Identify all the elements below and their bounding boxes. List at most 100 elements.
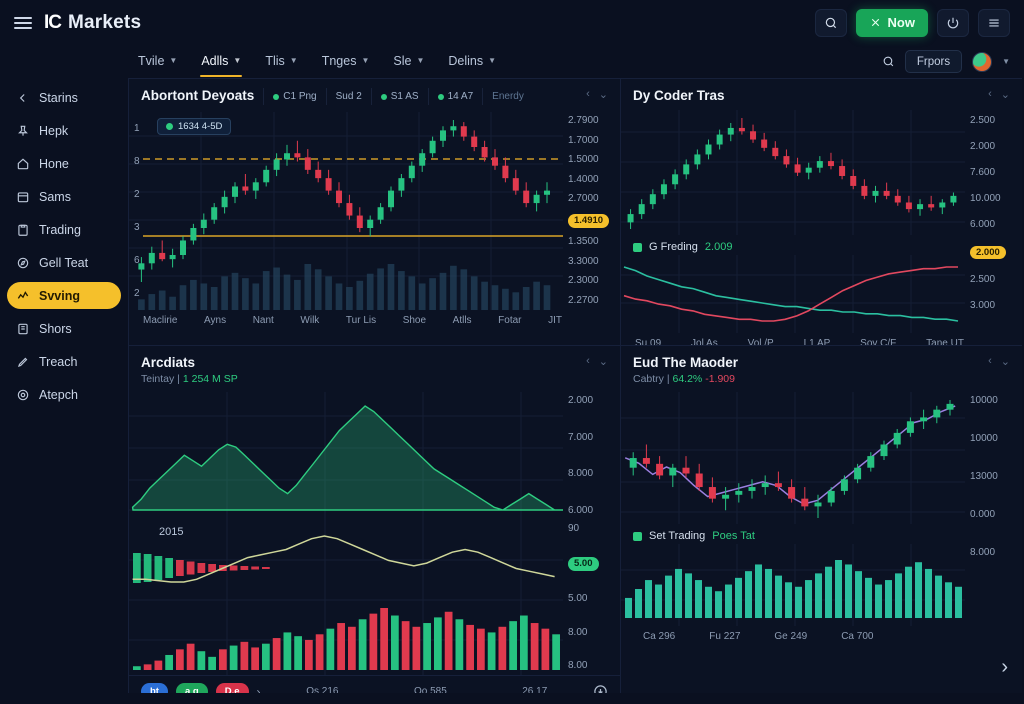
y-tick: 2.3000 <box>568 275 599 287</box>
panel-controls: ‹ ⌄ <box>988 355 1010 368</box>
sidebar-item-starins[interactable]: Starins <box>7 84 121 111</box>
nav-item-1[interactable]: Adlls ▼ <box>189 47 253 77</box>
sidebar-item-sams[interactable]: Sams <box>7 183 121 210</box>
y-tick: 2.000 <box>970 140 996 152</box>
y-tick: 2.2700 <box>568 294 599 306</box>
bl-subchart-plot[interactable]: 2015 90 5.00 5.00 8.00 8.00 <box>129 520 620 675</box>
calendar-icon <box>17 191 29 202</box>
bl-area-plot[interactable]: 2.000 7.000 8.000 6.000 <box>129 392 620 520</box>
y-tick: 6.000 <box>970 218 996 230</box>
y-tick: 1.7000 <box>568 134 599 146</box>
sidebar: Starins Hepk Hone Sams Trading Gell Teat… <box>0 78 128 704</box>
download-icon[interactable] <box>593 684 608 693</box>
x-tick: Ayns <box>204 315 227 326</box>
next-page-button[interactable]: › <box>1001 656 1008 679</box>
footer-chip-2[interactable]: D.e <box>215 683 249 693</box>
chevron-left-icon[interactable]: ‹ <box>586 88 590 101</box>
br-subchart-plot[interactable]: 8.000 <box>621 544 1022 626</box>
sidebar-item-trading[interactable]: Trading <box>7 216 121 243</box>
nav-item-3[interactable]: Tnges ▼ <box>310 47 382 77</box>
legend-value: 2.009 <box>704 241 733 253</box>
x-tick: Wilk <box>300 315 320 326</box>
footer-chip-label: bt <box>150 686 159 693</box>
chevron-down-icon[interactable]: ▼ <box>1002 57 1010 66</box>
chevron-down-icon[interactable]: ⌄ <box>599 355 608 368</box>
now-button[interactable]: Now <box>855 8 928 37</box>
footer-chip-0[interactable]: bt <box>141 683 168 693</box>
reports-button[interactable]: Frpors <box>904 50 963 73</box>
row-label: 1 <box>134 123 140 134</box>
avatar[interactable] <box>972 51 993 72</box>
back-icon <box>19 93 25 102</box>
legend-swatch-icon <box>633 531 642 541</box>
chevron-left-icon[interactable]: ‹ <box>988 355 992 368</box>
panel-title-block: Arcdiats Teintay | 1 254 M SP <box>141 355 238 385</box>
y-tick: 8.000 <box>970 547 996 558</box>
legend-swatch-icon <box>633 242 642 252</box>
nav-item-5[interactable]: Delins ▼ <box>436 47 508 77</box>
search-button[interactable] <box>814 8 847 37</box>
y-tick: 5.00 <box>568 593 588 605</box>
panel-controls: ‹ ⌄ <box>586 355 608 368</box>
br-sub-y-axis: 8.000 <box>964 544 1022 626</box>
nav-item-4[interactable]: Sle ▼ <box>381 47 436 77</box>
y-tick: 13000 <box>970 471 998 482</box>
panel-arcdiats: Arcdiats Teintay | 1 254 M SP ‹ ⌄ 2.000 … <box>128 345 620 693</box>
y-tick: 90 <box>568 523 580 534</box>
y-tick: 3.3000 <box>568 255 599 267</box>
legend-label: Set Trading <box>649 530 706 542</box>
tr-y-axis: 2.500 2.000 7.600 10.000 6.000 2.000 2.5… <box>964 112 1022 315</box>
chevron-left-icon[interactable]: ‹ <box>988 88 992 101</box>
hamburger-icon[interactable] <box>14 16 32 29</box>
chip-2[interactable]: S1 AS <box>370 88 428 105</box>
panel-eud-the-maoder: Eud The Maoder Cabtry | 64.2% -1.909 ‹ ⌄ <box>620 345 1022 693</box>
chevron-down-icon: ▼ <box>361 56 370 65</box>
chevron-down-icon[interactable]: ⌄ <box>1001 88 1010 101</box>
sidebar-item-label: Starins <box>39 90 78 105</box>
sidebar-item-hone[interactable]: Hone <box>7 150 121 177</box>
clipboard-icon <box>18 224 28 236</box>
gear-icon <box>17 389 29 400</box>
chevron-down-icon[interactable]: ⌄ <box>599 88 608 101</box>
sidebar-item-label: Svving <box>39 288 80 303</box>
nav-item-0[interactable]: Tvile ▼ <box>126 47 189 77</box>
br-y-axis: 10000 10000 13000 0.000 <box>964 392 1022 524</box>
sidebar-item-shors[interactable]: Shors <box>7 315 121 342</box>
footer-chip-1[interactable]: a g <box>175 683 208 693</box>
panel-header: Abortont Deyoats C1 Png Sud 2 S1 AS 14 A… <box>129 79 620 112</box>
sidebar-item-atepch[interactable]: Atepch <box>7 381 121 408</box>
x-tick: Ca 296 <box>643 631 676 642</box>
nav-item-2[interactable]: Tlis ▼ <box>253 47 309 77</box>
panel-grid: Abortont Deyoats C1 Png Sud 2 S1 AS 14 A… <box>128 78 1024 704</box>
top-bar-actions: Now <box>814 8 1010 37</box>
price-badge: 1634 4-5D <box>157 118 232 135</box>
x-tick: Tane UT <box>926 338 964 345</box>
power-button[interactable] <box>937 8 969 37</box>
sidebar-item-svving[interactable]: Svving <box>7 282 121 309</box>
footer-chip-label: D.e <box>224 686 240 693</box>
chip-4[interactable]: Enerdy <box>482 88 533 105</box>
sidebar-item-treach[interactable]: Treach <box>7 348 121 375</box>
tr-chart-plot[interactable] <box>621 110 1022 235</box>
br-chart-plot[interactable]: 10000 10000 13000 0.000 <box>621 392 1022 524</box>
chip-0[interactable]: C1 Png <box>263 88 325 105</box>
chevron-left-icon[interactable]: ‹ <box>586 355 590 368</box>
main-chart-plot[interactable]: 2.7900 1.7000 1.5000 1.4000 2.7000 1.491… <box>129 112 620 310</box>
sidebar-item-hepk[interactable]: Hepk <box>7 117 121 144</box>
sidebar-item-gell-teat[interactable]: Gell Teat <box>7 249 121 276</box>
br-x-axis: Ca 296 Fu 227 Ge 249 Ca 700 <box>621 626 1022 647</box>
tr-subchart-plot[interactable] <box>621 255 1022 333</box>
chip-1[interactable]: Sud 2 <box>325 88 371 105</box>
chevron-right-icon[interactable]: › <box>257 685 261 694</box>
chevron-down-icon[interactable]: ⌄ <box>1001 355 1010 368</box>
sidebar-item-label: Hepk <box>39 123 69 138</box>
menu-button[interactable] <box>978 8 1010 37</box>
row-label: 6 <box>134 255 140 266</box>
chip-3[interactable]: 14 A7 <box>427 88 483 105</box>
row-label: 2 <box>134 288 140 299</box>
search-icon[interactable] <box>882 55 895 68</box>
footer-chip-label: a g <box>184 686 199 693</box>
y-tick: 1.4000 <box>568 173 599 185</box>
top-bar: IC Markets Now <box>0 0 1024 45</box>
x-tick: Fu 227 <box>709 631 741 642</box>
